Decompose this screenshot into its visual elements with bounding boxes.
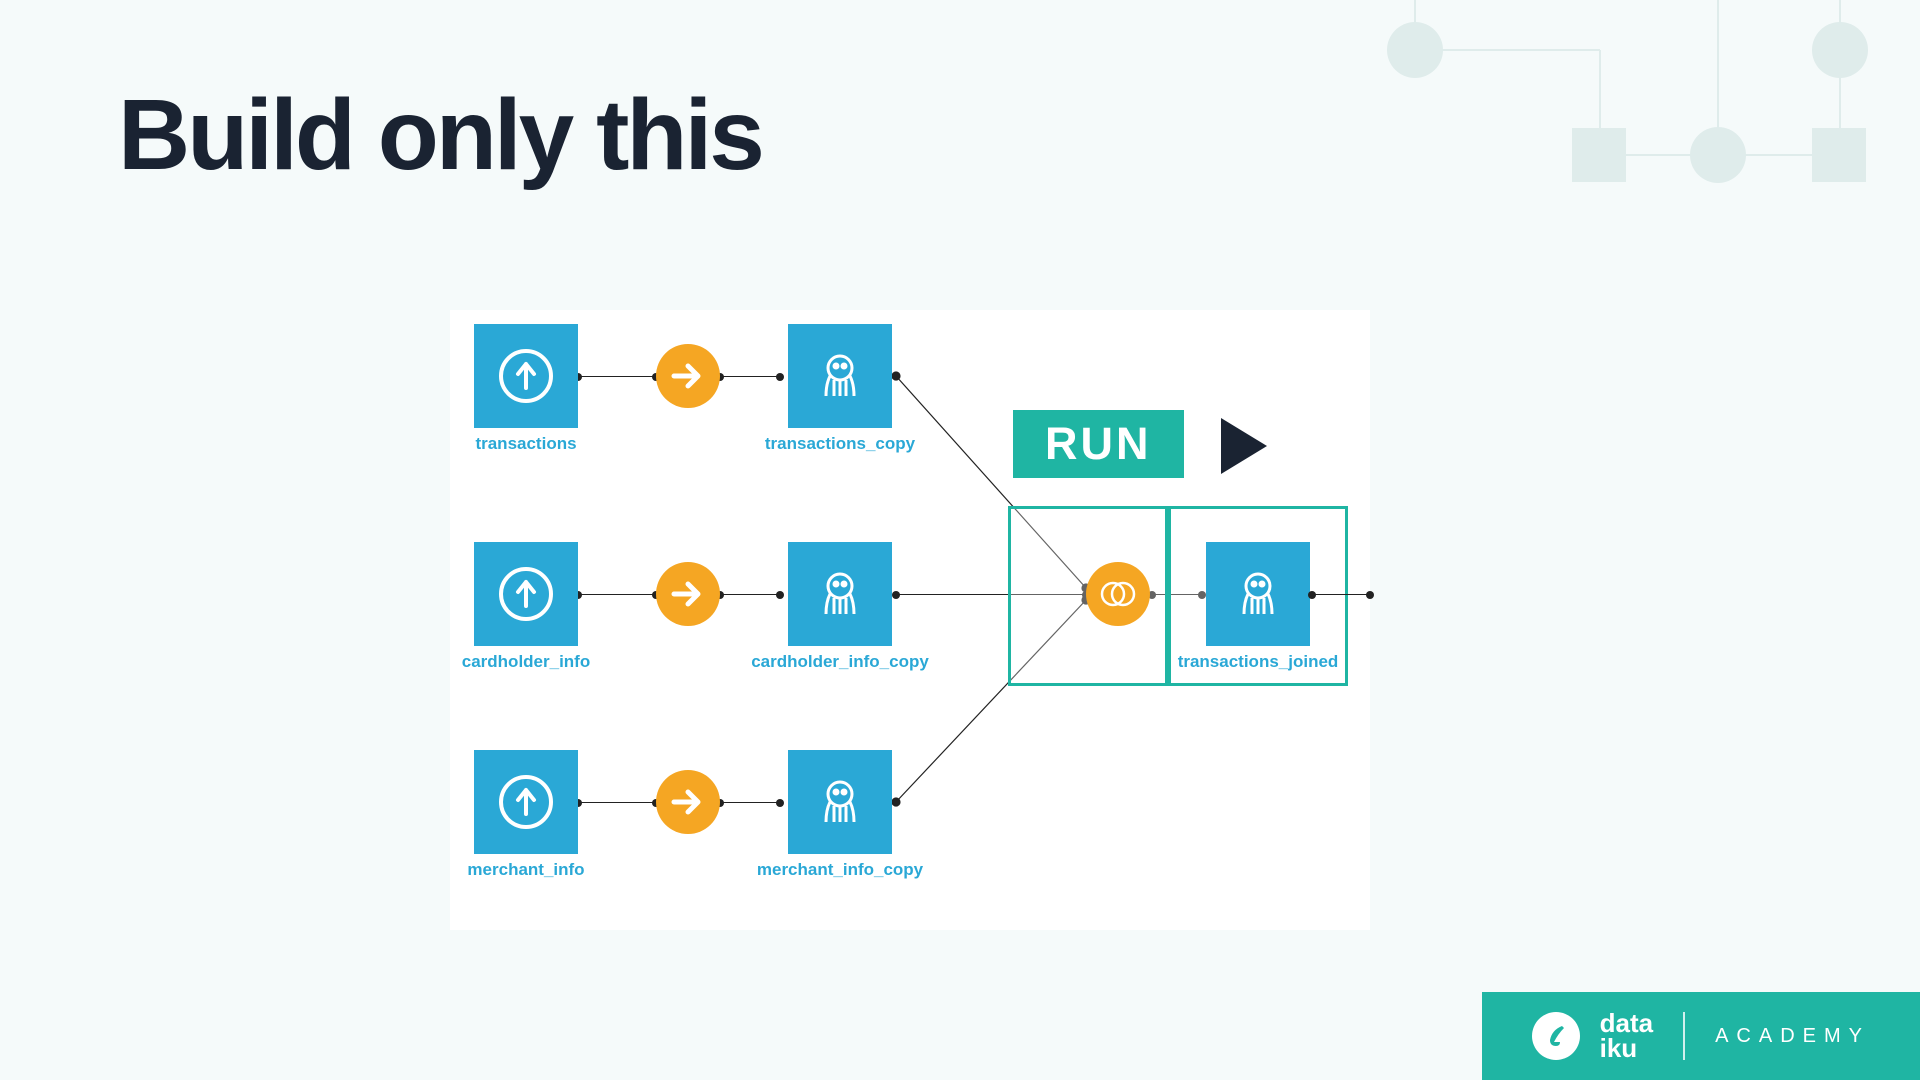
dataset-transactions[interactable]: transactions [474, 324, 578, 428]
dataset-label: merchant_info [467, 860, 584, 880]
sync-recipe-icon[interactable] [656, 344, 720, 408]
dataset-label: cardholder_info [462, 652, 590, 672]
dataset-label: transactions_joined [1178, 652, 1339, 672]
dataset-label: transactions_copy [765, 434, 915, 454]
page-title: Build only this [118, 78, 762, 193]
run-button[interactable]: RUN [1013, 410, 1184, 478]
footer-divider [1683, 1012, 1685, 1060]
dataset-merchant-info-copy[interactable]: merchant_info_copy [788, 750, 892, 854]
decorative-shapes [1220, 0, 1920, 220]
dataiku-logo-icon [1532, 1012, 1580, 1060]
dataset-transactions-joined[interactable]: transactions_joined [1206, 542, 1310, 646]
edge [578, 802, 656, 803]
dataset-label: transactions [475, 434, 576, 454]
join-recipe-icon[interactable] [1086, 562, 1150, 626]
dataset-transactions-copy[interactable]: transactions_copy [788, 324, 892, 428]
flow-diagram: transactions transactions_copy cardholde… [450, 310, 1370, 930]
brand-line2: iku [1600, 1036, 1653, 1061]
academy-label: ACADEMY [1715, 1025, 1870, 1048]
edge [1312, 594, 1370, 595]
dataset-label: cardholder_info_copy [751, 652, 929, 672]
edge [720, 594, 780, 595]
brand-name: data iku [1600, 1011, 1653, 1060]
edge [578, 376, 656, 377]
dataset-cardholder-info-copy[interactable]: cardholder_info_copy [788, 542, 892, 646]
dataset-cardholder-info[interactable]: cardholder_info [474, 542, 578, 646]
sync-recipe-icon[interactable] [656, 562, 720, 626]
footer-brand-bar: data iku ACADEMY [1482, 992, 1920, 1080]
sync-recipe-icon[interactable] [656, 770, 720, 834]
play-icon [1221, 418, 1267, 474]
edge [720, 802, 780, 803]
dataset-label: merchant_info_copy [757, 860, 923, 880]
dataset-merchant-info[interactable]: merchant_info [474, 750, 578, 854]
edge [720, 376, 780, 377]
edge [578, 594, 656, 595]
